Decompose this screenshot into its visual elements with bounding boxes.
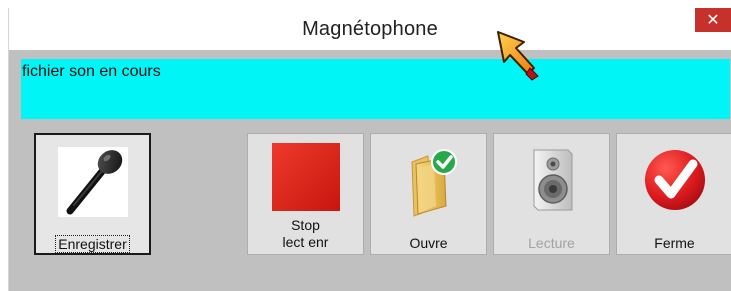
red-check-icon <box>644 150 705 210</box>
microphone-icon <box>57 147 128 217</box>
window-title: Magnétophone <box>302 18 438 40</box>
close-icon: ✕ <box>706 12 720 29</box>
status-text: fichier son en cours <box>22 63 161 80</box>
close-app-button-label: Ferme <box>654 235 695 251</box>
play-button[interactable]: Lecture <box>493 133 610 255</box>
folder-check-icon <box>410 149 457 217</box>
status-box: fichier son en cours <box>21 59 730 119</box>
stop-button-label-2: lect enr <box>282 234 329 250</box>
open-button[interactable]: Ouvre <box>370 133 487 255</box>
close-app-button[interactable]: Ferme <box>616 133 731 255</box>
stop-button-label-1: Stop <box>291 217 320 233</box>
title-bar[interactable]: Magnétophone ✕ <box>9 8 731 50</box>
stop-square-icon <box>271 143 340 211</box>
speaker-icon <box>533 149 572 211</box>
stop-button[interactable]: Stop lect enr <box>247 133 364 255</box>
play-button-label: Lecture <box>528 235 575 251</box>
open-button-label: Ouvre <box>409 235 448 251</box>
client-area: fichier son en cours Enregistrer Stop le… <box>9 50 731 291</box>
record-button[interactable]: Enregistrer <box>34 133 151 255</box>
close-window-button[interactable]: ✕ <box>695 8 731 32</box>
recorder-window: Magnétophone ✕ fichier son en cours Enre… <box>8 8 731 291</box>
record-button-label: Enregistrer <box>55 235 130 253</box>
